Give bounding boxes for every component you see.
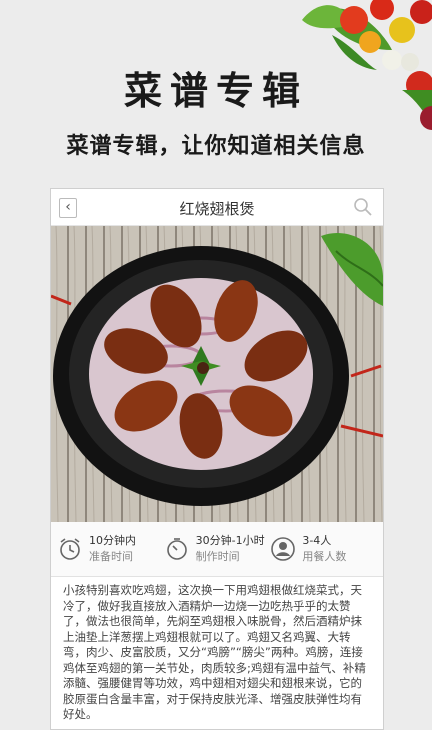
person-icon bbox=[271, 537, 296, 561]
recipe-stats: 10分钟内 准备时间 30分钟-1小时 制作时间 3-4人 用餐人数 bbox=[51, 522, 383, 577]
cook-time-value: 30分钟-1小时 bbox=[195, 534, 265, 547]
cook-time-label: 制作时间 bbox=[195, 550, 240, 563]
recipe-photo bbox=[51, 226, 383, 522]
servings-label: 用餐人数 bbox=[302, 550, 347, 563]
servings-stat: 3-4人 用餐人数 bbox=[270, 533, 377, 565]
top-bar: ‹ 红烧翅根煲 bbox=[51, 189, 383, 226]
search-icon[interactable] bbox=[353, 197, 373, 217]
recipe-title: 红烧翅根煲 bbox=[179, 200, 255, 218]
servings-value: 3-4人 bbox=[302, 534, 332, 547]
hero-title: 菜谱专辑 bbox=[123, 68, 308, 113]
timer-icon bbox=[166, 538, 187, 560]
alarm-clock-icon bbox=[60, 538, 80, 560]
hero-subtitle: 菜谱专辑，让你知道相关信息 bbox=[66, 133, 366, 159]
cook-time-stat: 30分钟-1小时 制作时间 bbox=[164, 533, 271, 565]
prep-time-label: 准备时间 bbox=[89, 550, 133, 563]
prep-time-value: 10分钟内 bbox=[89, 534, 136, 547]
recipe-description: 小孩特别喜欢吃鸡翅，这次换一下用鸡翅根做红烧菜式，天冷了，做好我直接放入酒精炉一… bbox=[51, 583, 383, 723]
phone-screen: ‹ 红烧翅根煲 10分钟内 准备时间 30分钟-1小时 制作时间 3-4人 用餐… bbox=[50, 188, 384, 730]
prep-time-stat: 10分钟内 准备时间 bbox=[57, 533, 164, 565]
